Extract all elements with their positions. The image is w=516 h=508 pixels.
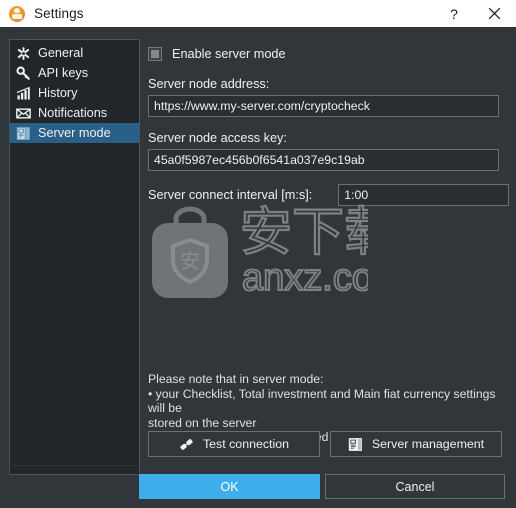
note-line-2: • your Checklist, Total investment and M… xyxy=(148,386,496,416)
sidebar-item-notifications[interactable]: Notifications xyxy=(10,103,139,123)
key-icon xyxy=(15,65,31,81)
dialog-body: General API keys History Notifications S… xyxy=(0,27,516,508)
access-key-input[interactable] xyxy=(148,149,499,171)
watermark-shield-char: 安 xyxy=(180,249,200,273)
server-actions: Test connection Server management xyxy=(148,431,504,457)
ok-button[interactable]: OK xyxy=(139,474,320,499)
close-button[interactable] xyxy=(472,0,516,27)
access-key-label: Server node access key: xyxy=(148,131,287,145)
bar-chart-icon xyxy=(15,85,31,101)
window-controls: ? xyxy=(436,0,516,27)
crypto-coin-icon xyxy=(9,5,25,22)
server-management-label: Server management xyxy=(371,437,485,451)
help-button[interactable]: ? xyxy=(436,0,472,27)
server-icon xyxy=(348,436,364,452)
note-line-3: stored on the server xyxy=(148,415,257,430)
sidebar-item-label: Notifications xyxy=(38,106,108,120)
enable-server-mode-checkbox[interactable] xyxy=(148,47,162,61)
node-address-label: Server node address: xyxy=(148,77,270,91)
test-connection-label: Test connection xyxy=(202,437,290,451)
note-line-1: Please note that in server mode: xyxy=(148,372,324,386)
sidebar-item-api-keys[interactable]: API keys xyxy=(10,63,139,83)
sidebar-item-label: General xyxy=(38,46,84,60)
gear-asterisk-icon xyxy=(15,45,31,61)
connect-interval-label: Server connect interval [m:s]: xyxy=(148,188,313,202)
dialog-footer: OK Cancel xyxy=(0,465,516,508)
test-connection-button[interactable]: Test connection xyxy=(148,431,320,457)
sidebar-item-label: History xyxy=(38,86,78,100)
question-mark-icon: ? xyxy=(450,5,458,22)
briefcase-shield-icon: 安 xyxy=(152,206,228,298)
cancel-button[interactable]: Cancel xyxy=(325,474,505,499)
server-icon xyxy=(15,125,31,141)
sidebar-item-general[interactable]: General xyxy=(10,43,139,63)
server-management-button[interactable]: Server management xyxy=(330,431,502,457)
sidebar-item-label: API keys xyxy=(38,66,89,80)
plug-connector-icon xyxy=(179,436,195,452)
site-watermark: 安 安下载 anxz.com xyxy=(148,190,370,312)
sidebar-item-server-mode[interactable]: Server mode xyxy=(10,123,139,143)
settings-window: Settings ? General API keys History Noti… xyxy=(0,0,516,508)
sidebar-item-history[interactable]: History xyxy=(10,83,139,103)
enable-server-mode-row[interactable]: Enable server mode xyxy=(148,45,500,63)
watermark-site-text: anxz.com xyxy=(242,257,368,299)
sidebar-item-label: Server mode xyxy=(38,126,111,140)
watermark-chinese-text: 安下载 xyxy=(240,203,368,263)
enable-server-mode-label: Enable server mode xyxy=(172,47,286,61)
footer-divider xyxy=(0,465,516,466)
node-address-input[interactable] xyxy=(148,95,499,117)
title-bar: Settings ? xyxy=(0,0,516,28)
envelope-icon xyxy=(15,105,31,121)
close-icon xyxy=(488,7,500,20)
settings-sidebar: General API keys History Notifications S… xyxy=(9,39,140,475)
server-mode-pane: Enable server mode Server node address: … xyxy=(148,39,510,206)
window-title: Settings xyxy=(34,6,84,21)
connect-interval-row: Server connect interval [m:s]: xyxy=(148,184,510,206)
connect-interval-input[interactable] xyxy=(338,184,510,206)
